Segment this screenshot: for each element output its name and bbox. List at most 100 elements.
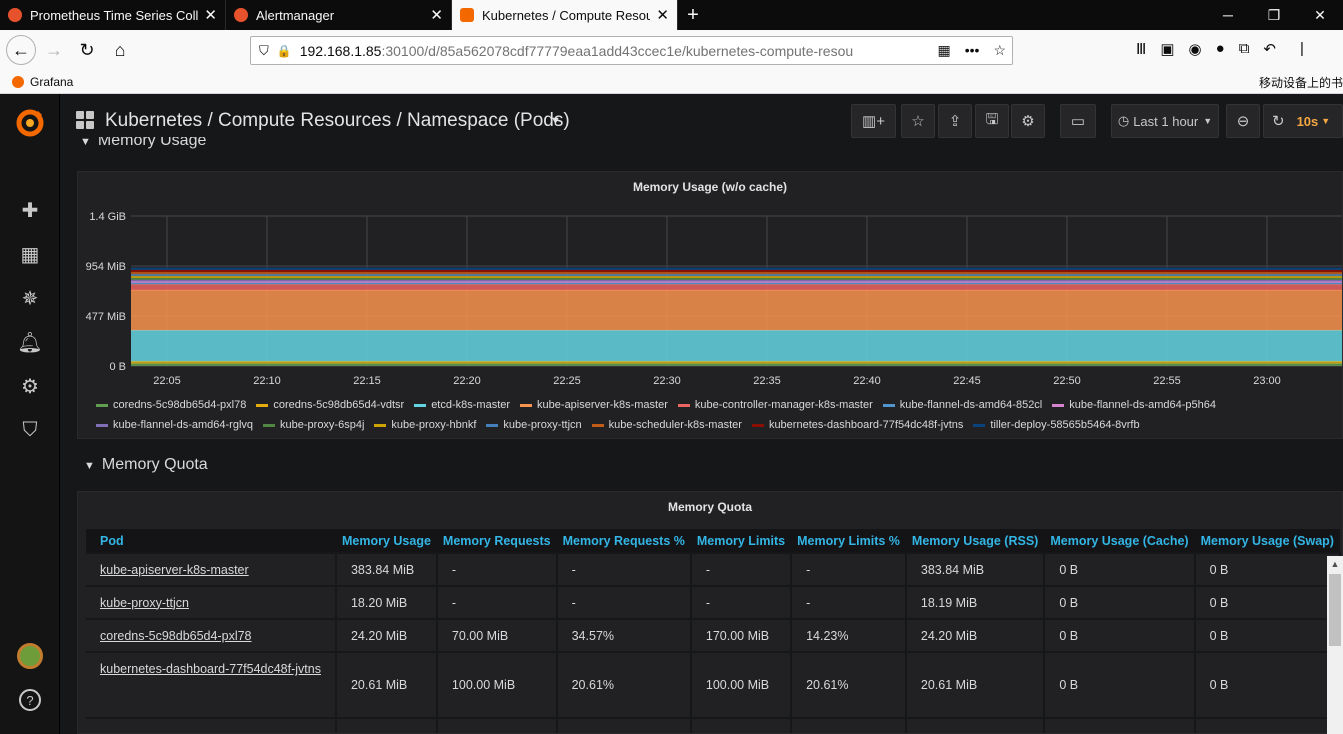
legend-item[interactable]: kube-flannel-ds-amd64-rglvq [96,415,253,435]
shield-icon[interactable]: ⛉ [259,43,269,59]
dashboards-icon[interactable]: ▦ [0,234,60,274]
legend-label: kube-proxy-6sp4j [280,419,365,431]
area-series-3[interactable] [131,290,1342,331]
area-series-2[interactable] [131,330,1342,362]
maximize-icon[interactable]: ❐ [1251,0,1297,30]
legend-item[interactable]: kube-controller-manager-k8s-master [677,395,873,415]
area-series-4[interactable] [131,284,1342,291]
column-header-memory-limits-pct[interactable]: Memory Limits % [791,529,906,553]
settings-button[interactable]: ⚙ [1011,104,1045,138]
caret-down-icon[interactable]: ▼ [550,115,561,127]
column-header-memory-requests[interactable]: Memory Requests [436,529,557,553]
legend-item[interactable]: kube-proxy-6sp4j [263,415,364,435]
column-header-memory-limits[interactable]: Memory Limits [690,529,792,553]
user-avatar[interactable] [0,636,60,676]
legend-item[interactable]: kubernetes-dashboard-77f54dc48f-jvtns [751,415,963,435]
close-icon[interactable]: ✕ [656,6,669,24]
configuration-gear-icon[interactable]: ⚙ [0,366,60,406]
pod-link[interactable]: kubernetes-dashboard-77f54dc48f-jvtns [100,662,321,676]
alerting-bell-icon[interactable]: 🔔︎ [0,322,60,362]
new-tab-button[interactable]: + [678,0,708,30]
home-button[interactable]: ⌂ [105,35,135,65]
undo-icon[interactable]: ↶ [1263,40,1276,58]
legend-item[interactable]: coredns-5c98db65d4-vdtsr [256,395,404,415]
close-icon[interactable]: ✕ [204,6,217,24]
legend-item[interactable]: kube-proxy-hbnkf [374,415,476,435]
account-icon[interactable]: ◉ [1189,40,1202,58]
column-header-memory-requests-pct[interactable]: Memory Requests % [556,529,691,553]
legend-item[interactable]: kube-apiserver-k8s-master [520,395,668,415]
zoom-out-button[interactable]: ⊖ [1226,104,1260,138]
row-header-memory-quota[interactable]: ▼ Memory Quota [84,456,208,474]
column-header-memory-usage-rss[interactable]: Memory Usage (RSS) [905,529,1045,553]
add-panel-button[interactable]: ▥+ [851,104,896,138]
browser-tab-alertmanager[interactable]: Alertmanager ✕ [226,0,452,30]
column-header-memory-usage[interactable]: Memory Usage [335,529,437,553]
refresh-button[interactable]: ↻ 10s ▼ [1263,104,1343,138]
pod-link[interactable]: coredns-5c98db65d4-pxl78 [100,629,252,643]
menu-icon[interactable]: | [1300,40,1304,58]
legend-item[interactable]: kube-flannel-ds-amd64-p5h64 [1052,395,1216,415]
pod-link-cell[interactable]: kubernetes-dashboard-77f54dc48f-jvtns [86,651,337,718]
bookmark-grafana[interactable]: Grafana [12,75,73,89]
sidebar-icon[interactable]: ▣ [1160,40,1174,58]
column-header-memory-usage-cache[interactable]: Memory Usage (Cache) [1044,529,1195,553]
legend-item[interactable]: coredns-5c98db65d4-pxl78 [96,395,246,415]
star-dashboard-button[interactable]: ☆ [901,104,935,138]
pod-link-cell[interactable]: kube-proxy-ttjcn [86,585,337,619]
legend-color-swatch [882,403,895,407]
grafana-logo-icon[interactable] [0,102,60,144]
create-plus-icon[interactable]: ✚ [0,190,60,230]
screenshot-icon[interactable]: ⧉ [1239,40,1250,58]
close-icon[interactable]: ✕ [430,6,443,24]
column-header-pod[interactable]: Pod [86,529,336,553]
reload-button[interactable]: ↻ [72,35,102,65]
insecure-lock-icon[interactable]: 🔒 [277,44,292,58]
scrollbar-thumb[interactable] [1329,574,1341,646]
table-cell: - [436,585,558,619]
legend-item[interactable]: tiller-deploy-58565b5464-8vrfb [973,415,1140,435]
qr-code-icon[interactable]: ▦ [937,42,950,59]
table-scrollbar[interactable]: ▲ [1327,556,1343,734]
scroll-up-icon[interactable]: ▲ [1327,556,1343,572]
legend-item[interactable]: etcd-k8s-master [414,395,510,415]
star-icon[interactable]: ☆ [993,42,1006,59]
legend-item[interactable]: kube-flannel-ds-amd64-852cl [882,395,1042,415]
mobile-bookmarks[interactable]: 移动设备上的书 [1259,74,1343,91]
forward-button[interactable]: → [39,35,69,65]
close-window-icon[interactable]: ✕ [1297,0,1343,30]
browser-tab-kubernetes[interactable]: Kubernetes / Compute Resou ✕ [452,0,678,30]
tab-label: Kubernetes / Compute Resou [482,7,651,23]
more-icon[interactable]: ••• [965,42,980,59]
url-bar[interactable]: ⛉ 🔒 192.168.1.85:30100/d/85a562078cdf777… [250,36,1013,65]
browser-tab-prometheus[interactable]: Prometheus Time Series Coll ✕ [0,0,226,30]
pod-link-cell[interactable]: coredns-5c98db65d4-pxl78 [86,618,337,652]
server-admin-shield-icon[interactable]: ⛉ [0,410,60,450]
help-icon[interactable]: ? [0,680,60,720]
column-header-memory-usage-swap[interactable]: Memory Usage (Swap) [1194,529,1340,553]
refresh-interval[interactable]: 10s [1297,114,1319,129]
minimize-icon[interactable]: ─ [1205,0,1251,30]
pod-link[interactable]: kube-apiserver-k8s-master [100,563,249,577]
explore-compass-icon[interactable]: ✵ [0,278,60,318]
legend-label: kube-apiserver-k8s-master [537,399,668,411]
table-row: kube-proxy-ttjcn 18.20 MiB - - - -18.19 MiB 0 … [86,585,1341,619]
time-range-label: Last 1 hour [1133,113,1199,129]
save-button[interactable]: 🖫︎ [975,104,1009,138]
chat-icon[interactable]: ● [1216,40,1225,58]
pod-link-cell[interactable]: kube-apiserver-k8s-master [86,552,337,586]
dashboard-title[interactable]: Kubernetes / Compute Resources / Namespa… [105,110,570,132]
legend-item[interactable]: kube-proxy-ttjcn [486,415,582,435]
tv-mode-button[interactable]: ▭ [1060,104,1096,138]
share-button[interactable]: ⇪ [938,104,972,138]
table-cell: 20.61 MiB [335,651,438,718]
legend-label: kube-proxy-ttjcn [503,419,582,431]
tab-label: Alertmanager [256,7,335,23]
time-picker-button[interactable]: ◷ Last 1 hour ▼ [1111,104,1219,138]
pod-link[interactable]: kube-proxy-ttjcn [100,596,189,610]
library-icon[interactable]: Ⅲ [1136,40,1146,58]
x-tick-label: 22:35 [753,375,781,387]
panel-title[interactable]: Memory Quota [78,500,1342,514]
legend-item[interactable]: kube-scheduler-k8s-master [591,415,742,435]
back-button[interactable]: ← [6,35,36,65]
